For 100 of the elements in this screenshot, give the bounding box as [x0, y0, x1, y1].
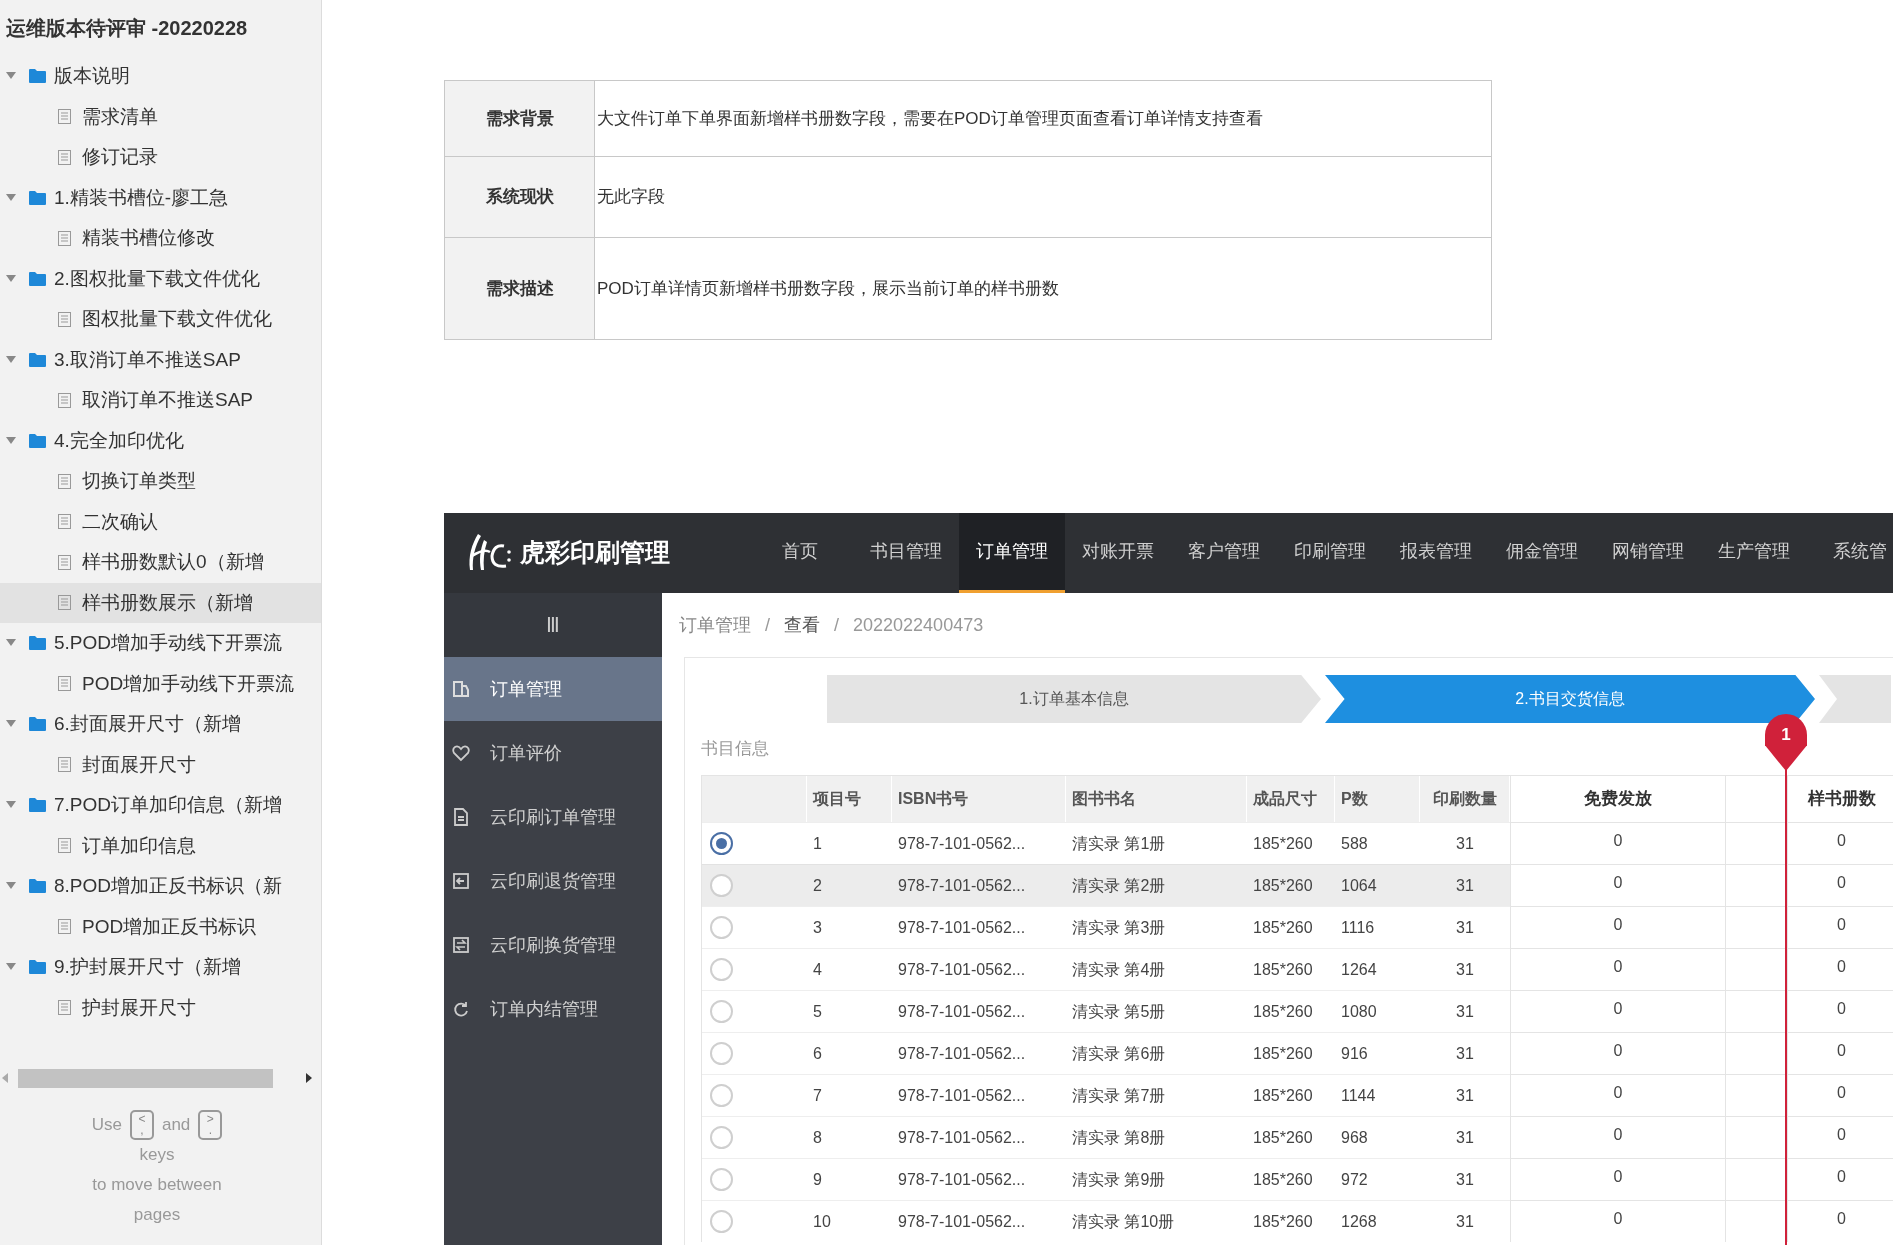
table-cell-text: 4: [813, 959, 822, 980]
step[interactable]: [1819, 675, 1891, 723]
table-cell-text: 31: [1456, 1043, 1474, 1064]
scrollbar-thumb[interactable]: [18, 1068, 273, 1088]
table-row[interactable]: 4 978-7-101-0562... 清实录 第4册 185*260 1264 31: [702, 948, 1510, 990]
tree-item[interactable]: 8.POD增加正反书标识（新: [0, 866, 321, 907]
tree-item[interactable]: 版本说明: [0, 56, 321, 97]
folder-icon: [29, 271, 46, 286]
expand-caret-icon: [6, 801, 16, 810]
key-cap: < ,: [129, 1110, 154, 1140]
tree-item[interactable]: POD增加正反书标识: [0, 906, 321, 947]
tree-item[interactable]: 需求清单: [0, 96, 321, 137]
tree-item[interactable]: 取消订单不推送SAP: [0, 380, 321, 421]
column-header: ISBN书号: [892, 776, 1066, 822]
tree-item[interactable]: 5.POD增加手动线下开票流: [0, 623, 321, 664]
table-cell-text: 10: [813, 1211, 831, 1232]
nav-tab[interactable]: 对账开票: [1065, 513, 1171, 593]
tree-item[interactable]: 1.精装书槽位-廖工急: [0, 177, 321, 218]
table-row[interactable]: 5 978-7-101-0562... 清实录 第5册 185*260 1080 31: [702, 990, 1510, 1032]
tree-item[interactable]: 精装书槽位修改: [0, 218, 321, 259]
column-header: 成品尺寸: [1247, 776, 1335, 822]
tree-item[interactable]: 封面展开尺寸: [0, 744, 321, 785]
tree-item[interactable]: POD增加手动线下开票流: [0, 663, 321, 704]
row-header: 需求描述: [445, 238, 595, 339]
exchange-icon: [452, 936, 470, 954]
table-cell-text: 185*260: [1253, 1211, 1313, 1232]
step[interactable]: 1.订单基本信息: [827, 675, 1321, 723]
nav-tab[interactable]: 客户管理: [1171, 513, 1277, 593]
table-cell-text: 1064: [1341, 875, 1377, 896]
table-cell-text: 978-7-101-0562...: [898, 1211, 1026, 1232]
tree-item[interactable]: 图权批量下载文件优化: [0, 299, 321, 340]
folder-icon: [29, 717, 46, 732]
table-cell-text: 0: [1613, 1124, 1623, 1145]
table-cell-text: 0: [1837, 1124, 1846, 1145]
breadcrumb-item: 2022022400473: [853, 613, 984, 637]
tree-item[interactable]: 切换订单类型: [0, 461, 321, 502]
menu-item[interactable]: 订单管理: [444, 657, 662, 721]
tree-item[interactable]: 2.图权批量下载文件优化: [0, 258, 321, 299]
table-row[interactable]: 2 978-7-101-0562... 清实录 第2册 185*260 1064 31: [702, 864, 1510, 906]
nav-tab[interactable]: 网销管理: [1595, 513, 1701, 593]
table-cell-text: 0: [1613, 1082, 1623, 1103]
document-icon: [452, 808, 470, 826]
page-icon: [58, 149, 71, 165]
table-cell-text: 清实录 第7册: [1072, 1085, 1166, 1106]
tree-item[interactable]: 7.POD订单加印信息（新增: [0, 785, 321, 826]
table-cell-text: 978-7-101-0562...: [898, 1169, 1026, 1190]
table-row[interactable]: 9 978-7-101-0562... 清实录 第9册 185*260 972 31: [702, 1158, 1510, 1200]
table-cell-text: 7: [813, 1085, 822, 1106]
column-header: 项目号: [807, 776, 892, 822]
table-row[interactable]: 7 978-7-101-0562... 清实录 第7册 185*260 1144 31: [702, 1074, 1510, 1116]
page-icon: [58, 838, 71, 854]
project-title: 运维版本待评审 -20220228: [5, 16, 249, 41]
table-cell-text: 清实录 第6册: [1072, 1043, 1166, 1064]
table-cell-text: 2: [813, 875, 822, 896]
table-cell-text: 0: [1837, 830, 1846, 851]
folder-icon: [29, 190, 46, 205]
nav-tab[interactable]: 印刷管理: [1277, 513, 1383, 593]
nav-tab[interactable]: 首页: [747, 513, 853, 593]
tree-item[interactable]: 4.完全加印优化: [0, 420, 321, 461]
table-cell-text: 185*260: [1253, 1085, 1313, 1106]
tree-item[interactable]: 6.封面展开尺寸（新增: [0, 704, 321, 745]
tree-item[interactable]: 样书册数默认0（新增: [0, 542, 321, 583]
nav-tab[interactable]: 书目管理: [853, 513, 959, 593]
page-icon: [58, 1000, 71, 1016]
nav-tab[interactable]: 系统管: [1807, 513, 1893, 593]
tree-item[interactable]: 样书册数展示（新增: [0, 582, 321, 623]
table-row[interactable]: 8 978-7-101-0562... 清实录 第8册 185*260 968 31: [702, 1116, 1510, 1158]
tree-item[interactable]: 修订记录: [0, 137, 321, 178]
tree-item[interactable]: 3.取消订单不推送SAP: [0, 339, 321, 380]
menu-item[interactable]: 订单内结管理: [444, 977, 662, 1041]
menu-toggle[interactable]: Ⅲ: [546, 610, 560, 640]
nav-tab[interactable]: 报表管理: [1383, 513, 1489, 593]
tree-item[interactable]: 订单加印信息: [0, 825, 321, 866]
table-cell-text: 31: [1456, 1001, 1474, 1022]
nav-tab[interactable]: 订单管理: [959, 513, 1065, 593]
menu-item[interactable]: 云印刷换货管理: [444, 913, 662, 977]
table-cell-text: 978-7-101-0562...: [898, 1043, 1026, 1064]
table-cell-text: 968: [1341, 1127, 1368, 1148]
folder-icon: [29, 960, 46, 975]
table-cell-text: 1144: [1341, 1085, 1376, 1106]
table-row[interactable]: 3 978-7-101-0562... 清实录 第3册 185*260 1116 31: [702, 906, 1510, 948]
nav-tab[interactable]: 佣金管理: [1489, 513, 1595, 593]
table-cell-text: 978-7-101-0562...: [898, 833, 1026, 854]
tree-item[interactable]: 二次确认: [0, 501, 321, 542]
tree-item[interactable]: 9.护封展开尺寸（新增: [0, 947, 321, 988]
radio-button[interactable]: [710, 832, 733, 855]
table-cell-text: 清实录 第5册: [1072, 1001, 1166, 1022]
menu-item[interactable]: 订单评价: [444, 721, 662, 785]
breadcrumb-item[interactable]: 查看: [784, 611, 820, 639]
menu-item[interactable]: 云印刷退货管理: [444, 849, 662, 913]
menu-item[interactable]: 云印刷订单管理: [444, 785, 662, 849]
tree-item[interactable]: 护封展开尺寸: [0, 987, 321, 1028]
table-row[interactable]: 10 978-7-101-0562... 清实录 第10册 185*260 1268 31: [702, 1200, 1510, 1242]
table-row[interactable]: 6 978-7-101-0562... 清实录 第6册 185*260 916 31: [702, 1032, 1510, 1074]
table-cell-text: 978-7-101-0562...: [898, 1001, 1026, 1022]
breadcrumb-item[interactable]: 订单管理: [679, 611, 751, 639]
folder-icon: [29, 352, 46, 367]
table-cell-text: 31: [1456, 917, 1474, 938]
column-header: P数: [1335, 776, 1420, 822]
nav-tab[interactable]: 生产管理: [1701, 513, 1807, 593]
